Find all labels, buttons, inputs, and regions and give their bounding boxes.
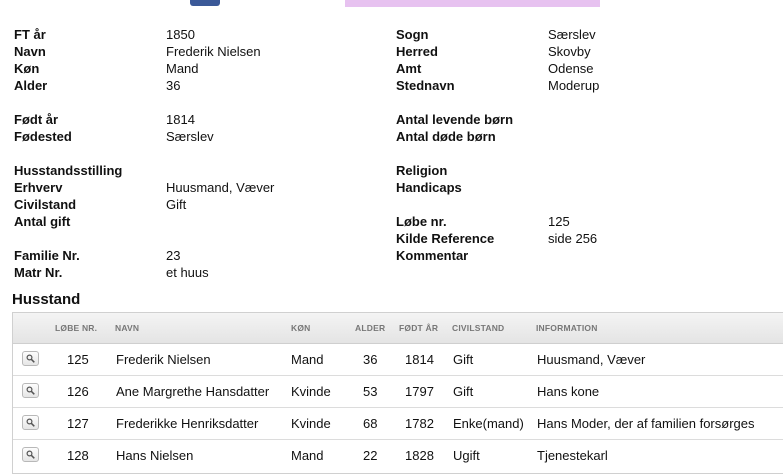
cell-fodt-ar: 1814 [405,352,434,367]
cell-kon: Kvinde [291,416,331,431]
cell-civilstand: Gift [453,384,474,399]
cell-information: Hans Moder, der af familien forsørges [537,416,755,431]
info-value: Særslev [548,27,596,42]
top-share-strip [0,0,783,8]
cell-lobe-nr: 126 [67,384,89,399]
info-value: 1814 [166,112,195,127]
cell-navn: Hans Nielsen [116,448,194,463]
cell-information: Tjenestekarl [537,448,608,463]
info-value: Særslev [166,129,214,144]
table-header: LØBE NR. NAVN KØN ALDER FØDT ÅR CIVILSTA… [13,313,783,344]
info-label: Kommentar [396,248,469,263]
cell-alder: 36 [363,352,378,367]
info-label: Antal døde børn [396,129,496,144]
view-record-button[interactable] [22,447,39,462]
info-label: Navn [14,44,46,59]
table-row[interactable]: 126 Ane Margrethe Hansdatter Kvinde 53 1… [13,376,783,408]
info-value: et huus [166,265,209,280]
view-record-button[interactable] [22,351,39,366]
cell-lobe-nr: 127 [67,416,89,431]
magnifier-icon [26,354,35,363]
col-header-kon[interactable]: KØN [291,323,311,333]
info-label: Født år [14,112,59,127]
magnifier-icon [26,450,35,459]
magnifier-icon [26,386,35,395]
cell-civilstand: Enke(mand) [453,416,524,431]
cell-alder: 53 [363,384,378,399]
cell-alder: 22 [363,448,378,463]
info-label: Kilde Reference [396,231,495,246]
info-label: Løbe nr. [396,214,447,229]
cell-information: Hans kone [537,384,600,399]
view-record-button[interactable] [22,415,39,430]
info-value: 23 [166,248,181,263]
info-value: 36 [166,78,181,93]
table-row[interactable]: 128 Hans Nielsen Mand 22 1828 Ugift Tjen… [13,440,783,471]
info-value: 125 [548,214,570,229]
info-value: Moderup [548,78,600,93]
info-label: Antal gift [14,214,71,229]
info-value: Mand [166,61,199,76]
info-value: Gift [166,197,187,212]
col-header-alder[interactable]: ALDER [355,323,385,333]
info-label: Familie Nr. [14,248,80,263]
cell-fodt-ar: 1797 [405,384,434,399]
col-header-civilstand[interactable]: CIVILSTAND [452,323,504,333]
cell-lobe-nr: 128 [67,448,89,463]
info-label: Matr Nr. [14,265,63,280]
info-label: Handicaps [396,180,462,195]
info-label: Husstandsstilling [14,163,123,178]
col-header-navn[interactable]: NAVN [115,323,139,333]
household-title: Husstand [12,291,81,308]
cell-civilstand: Ugift [453,448,480,463]
info-label: Amt [396,61,422,76]
info-value: Skovby [548,44,591,59]
cell-alder: 68 [363,416,378,431]
info-label: Antal levende børn [396,112,514,127]
magnifier-icon [26,418,35,427]
info-value: Huusmand, Væver [166,180,275,195]
info-value: side 256 [548,231,598,246]
cell-lobe-nr: 125 [67,352,89,367]
cell-navn: Ane Margrethe Hansdatter [116,384,270,399]
cell-kon: Kvinde [291,384,331,399]
cell-fodt-ar: 1828 [405,448,434,463]
info-label: Religion [396,163,448,178]
cell-navn: Frederikke Henriksdatter [116,416,259,431]
cell-navn: Frederik Nielsen [116,352,211,367]
info-value: Odense [548,61,594,76]
info-value: Frederik Nielsen [166,44,261,59]
info-label: Stednavn [396,78,455,93]
info-label: Sogn [396,27,429,42]
col-header-lobe-nr[interactable]: LØBE NR. [55,323,97,333]
info-label: Herred [396,44,438,59]
col-header-fodt-ar[interactable]: FØDT ÅR [399,323,438,333]
info-label: FT år [14,27,46,42]
cell-information: Huusmand, Væver [537,352,646,367]
view-record-button[interactable] [22,383,39,398]
table-row[interactable]: 125 Frederik Nielsen Mand 36 1814 Gift H… [13,344,783,376]
cell-fodt-ar: 1782 [405,416,434,431]
household-table: LØBE NR. NAVN KØN ALDER FØDT ÅR CIVILSTA… [12,312,783,474]
info-label: Civilstand [14,197,77,212]
record-link-highlight [345,0,600,7]
info-label: Alder [14,78,48,93]
info-label: Erhverv [14,180,63,195]
col-header-information[interactable]: INFORMATION [536,323,598,333]
info-value: 1850 [166,27,195,42]
table-row[interactable]: 127 Frederikke Henriksdatter Kvinde 68 1… [13,408,783,440]
facebook-icon[interactable] [190,0,220,6]
cell-civilstand: Gift [453,352,474,367]
info-label: Fødested [14,129,72,144]
cell-kon: Mand [291,352,324,367]
info-label: Køn [14,61,40,76]
cell-kon: Mand [291,448,324,463]
